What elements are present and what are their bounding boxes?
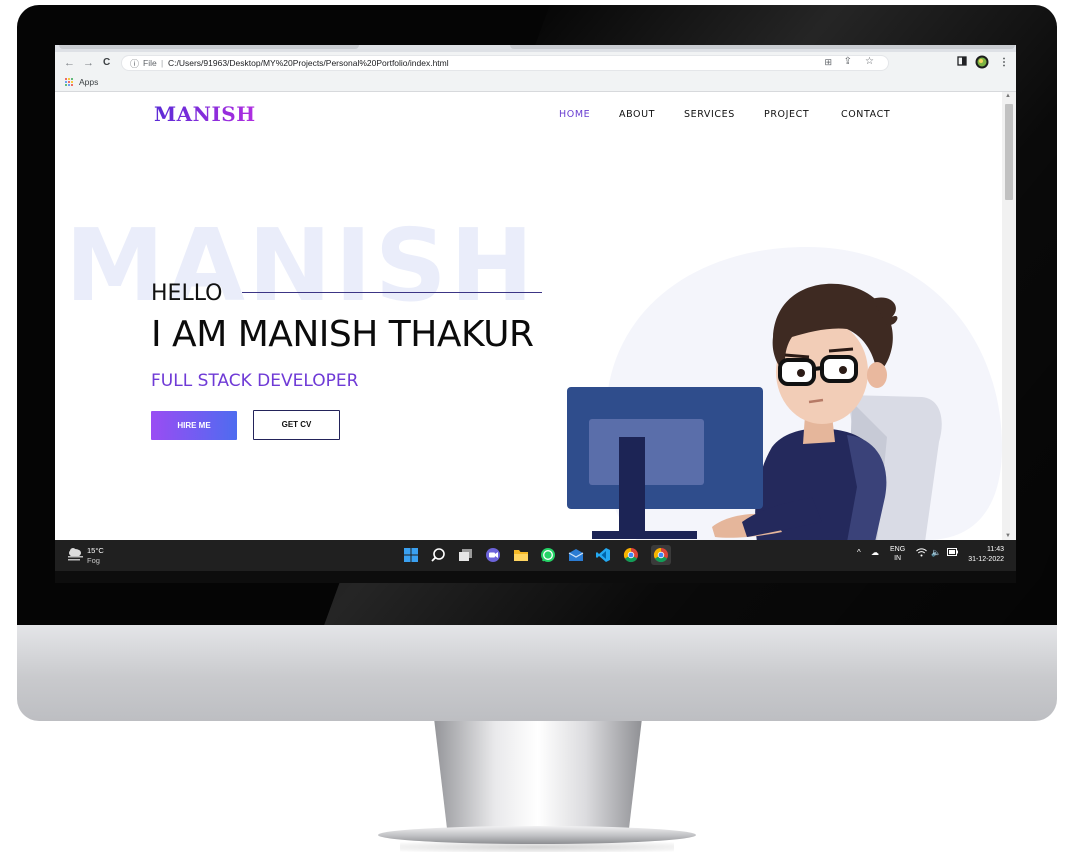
file-explorer-icon[interactable] [513, 547, 529, 563]
weather-fog-icon[interactable] [67, 547, 84, 566]
site-logo[interactable]: MANISH [154, 102, 256, 126]
get-cv-button[interactable]: GET CV [253, 410, 340, 440]
nav-home[interactable]: HOME [559, 109, 590, 120]
wifi-icon[interactable] [916, 548, 927, 559]
chrome-active-icon[interactable] [651, 545, 671, 565]
translate-icon[interactable]: ⊞ [824, 57, 832, 68]
hero-name: I AM MANISH THAKUR [151, 314, 534, 355]
browser-tab-strip [55, 45, 1016, 52]
nav-project[interactable]: PROJECT [764, 109, 809, 120]
monitor-screen: ← → C ⓘ File | C:/Users/91963/Desktop/MY… [55, 45, 1016, 583]
whatsapp-icon[interactable] [540, 547, 556, 563]
monitor-stand-base [378, 826, 696, 844]
hero-watermark: MANISH [65, 207, 537, 324]
clock-date: 31-12-2022 [968, 556, 1004, 563]
nav-about[interactable]: ABOUT [619, 109, 655, 120]
windows-taskbar: 15°C Fog ^ ☁ ENG IN 🔈 11:43 31-12-2022 [55, 540, 1016, 571]
browser-toolbar: ← → C ⓘ File | C:/Users/91963/Desktop/MY… [55, 52, 1016, 74]
language-code: ENG [890, 546, 906, 553]
onedrive-cloud-icon[interactable]: ☁ [871, 548, 879, 557]
bookmarks-bar: Apps [55, 74, 1016, 92]
monitor-chin [17, 625, 1057, 721]
chat-icon[interactable] [485, 547, 501, 563]
file-label: File [143, 58, 157, 68]
scroll-up-arrow[interactable]: ▲ [1005, 93, 1011, 99]
greeting-divider [242, 292, 542, 293]
url-text[interactable]: C:/Users/91963/Desktop/MY%20Projects/Per… [168, 58, 449, 68]
hire-me-button[interactable]: HIRE ME [151, 411, 237, 440]
back-button[interactable]: ← [64, 55, 75, 71]
hero-role: FULL STACK DEVELOPER [151, 371, 359, 391]
profile-avatar[interactable] [975, 55, 989, 74]
developer-illustration [567, 247, 1002, 540]
monitor-stand-neck [434, 721, 642, 831]
apps-grid-icon[interactable] [65, 78, 74, 87]
hero-greeting: HELLO [151, 281, 223, 306]
browser-tab-active[interactable] [510, 45, 1015, 49]
address-separator: | [161, 58, 164, 68]
reload-button[interactable]: C [103, 55, 110, 71]
screen-bottom-strip [55, 571, 1016, 583]
page-scrollbar[interactable]: ▲ ▼ [1002, 92, 1016, 540]
forward-button[interactable]: → [83, 55, 94, 71]
side-panel-icon[interactable] [957, 56, 967, 71]
language-indicator[interactable]: ENG IN [890, 545, 905, 563]
search-icon[interactable] [430, 547, 446, 563]
show-hidden-icons-icon[interactable]: ^ [857, 548, 861, 557]
mail-icon[interactable] [568, 547, 584, 563]
share-icon[interactable]: ⇪ [844, 56, 852, 67]
browser-tab[interactable] [59, 45, 359, 49]
address-bar[interactable]: ⓘ File | C:/Users/91963/Desktop/MY%20Pro… [121, 55, 889, 71]
scroll-thumb[interactable] [1005, 104, 1013, 200]
task-view-icon[interactable] [458, 547, 474, 563]
chrome-icon[interactable] [623, 547, 639, 563]
region-code: IN [894, 555, 902, 562]
volume-icon[interactable]: 🔈 [931, 548, 941, 557]
scroll-down-arrow[interactable]: ▼ [1005, 533, 1011, 539]
weather-temperature[interactable]: 15°C [87, 546, 104, 555]
nav-services[interactable]: SERVICES [684, 109, 735, 120]
portfolio-page: MANISH HOME ABOUT SERVICES PROJECT CONTA… [55, 92, 1002, 540]
bookmark-star-icon[interactable]: ☆ [865, 56, 874, 67]
start-icon[interactable] [403, 547, 419, 563]
info-icon[interactable]: ⓘ [130, 57, 139, 70]
weather-description[interactable]: Fog [87, 556, 100, 565]
nav-contact[interactable]: CONTACT [841, 109, 890, 120]
menu-kebab-icon[interactable]: ⋮ [999, 56, 1009, 70]
system-clock[interactable]: 11:43 31-12-2022 [964, 545, 1004, 565]
apps-shortcut[interactable]: Apps [79, 77, 98, 87]
vscode-icon[interactable] [595, 547, 611, 563]
clock-time: 11:43 [987, 546, 1004, 553]
battery-icon[interactable] [947, 548, 958, 558]
